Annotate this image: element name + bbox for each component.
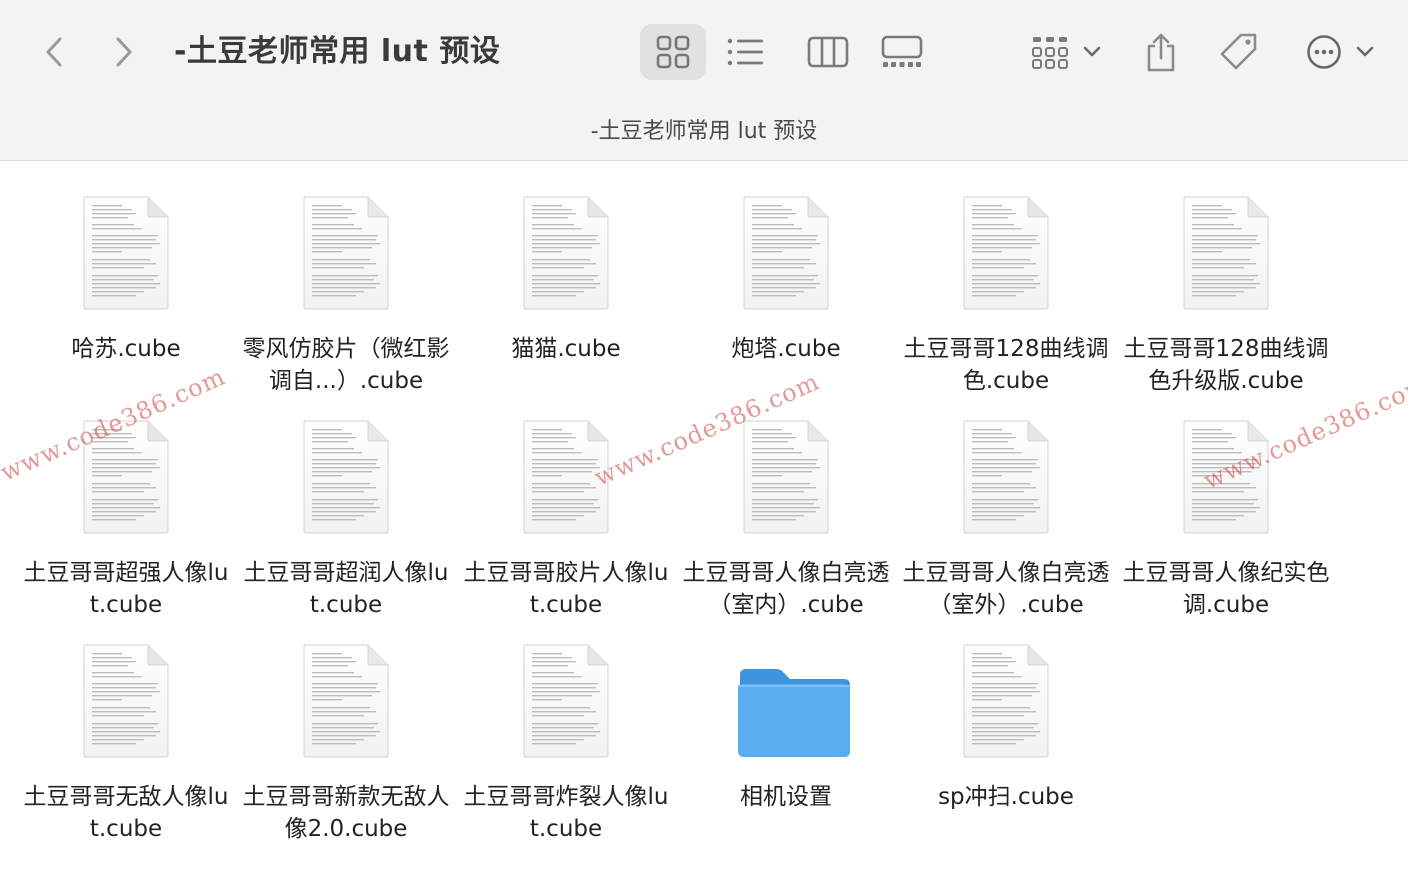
list-view-button[interactable] bbox=[718, 24, 774, 80]
file-name-label: 土豆哥哥128曲线调色.cube bbox=[903, 336, 1109, 394]
document-icon bbox=[303, 420, 389, 534]
share-icon bbox=[1147, 33, 1175, 72]
chevron-right-icon bbox=[116, 37, 132, 67]
chevron-down-icon bbox=[1083, 46, 1101, 57]
tag-icon bbox=[1220, 33, 1257, 70]
file-name-label: 土豆哥哥人像白亮透（室外）.cube bbox=[902, 560, 1110, 618]
back-button[interactable] bbox=[34, 30, 74, 74]
file-name-label: 土豆哥哥炸裂人像lut.cube bbox=[463, 784, 669, 842]
file-item[interactable]: 土豆哥哥无敌人像lut.cube bbox=[18, 643, 234, 853]
folder-item[interactable]: 相机设置 bbox=[678, 643, 894, 853]
document-icon bbox=[303, 644, 389, 758]
grid-view-icon bbox=[656, 35, 690, 69]
file-name-label: 土豆哥哥人像纪实色调.cube bbox=[1122, 560, 1330, 618]
file-name-label: 土豆哥哥新款无敌人像2.0.cube bbox=[242, 784, 450, 842]
file-item[interactable]: 土豆哥哥人像白亮透（室内）.cube bbox=[678, 419, 894, 629]
chevron-down-icon bbox=[1356, 46, 1374, 57]
document-icon bbox=[83, 644, 169, 758]
document-icon bbox=[523, 420, 609, 534]
file-name-label: 相机设置 bbox=[740, 784, 832, 810]
path-bar: -土豆老师常用 lut 预设 bbox=[590, 119, 818, 144]
document-icon bbox=[963, 644, 1049, 758]
file-name-label: 土豆哥哥无敌人像lut.cube bbox=[23, 784, 229, 842]
file-name-label: 土豆哥哥128曲线调色升级版.cube bbox=[1123, 336, 1329, 394]
file-item[interactable]: 土豆哥哥超强人像lut.cube bbox=[18, 419, 234, 629]
document-icon bbox=[523, 644, 609, 758]
finder-toolbar: -土豆老师常用 lut 预设 -土豆老师常用 lut 预设 bbox=[0, 0, 1408, 161]
document-icon bbox=[303, 196, 389, 310]
file-item[interactable]: 哈苏.cube bbox=[18, 195, 234, 405]
tag-button[interactable] bbox=[1212, 24, 1266, 80]
file-name-label: 土豆哥哥超润人像lut.cube bbox=[243, 560, 449, 618]
document-icon bbox=[1183, 420, 1269, 534]
file-item[interactable]: 土豆哥哥128曲线调色.cube bbox=[898, 195, 1114, 405]
document-icon bbox=[743, 196, 829, 310]
file-name-label: 土豆哥哥胶片人像lut.cube bbox=[463, 560, 669, 618]
more-icon bbox=[1307, 35, 1341, 69]
document-icon bbox=[743, 420, 829, 534]
document-icon bbox=[963, 420, 1049, 534]
file-item[interactable]: 零风仿胶片（微红影调自...）.cube bbox=[238, 195, 454, 405]
gallery-view-button[interactable] bbox=[872, 24, 932, 80]
chevron-left-icon bbox=[46, 37, 62, 67]
window-title: -土豆老师常用 lut 预设 bbox=[174, 34, 501, 69]
group-by-button[interactable] bbox=[1022, 24, 1110, 80]
folder-icon bbox=[738, 669, 850, 757]
list-view-icon bbox=[727, 38, 763, 66]
file-grid: 哈苏.cube 零风仿胶片（微红影调自...）.cube 猫猫.cube 炮塔.… bbox=[0, 161, 1408, 870]
group-icon bbox=[1032, 37, 1068, 69]
column-view-button[interactable] bbox=[798, 24, 858, 80]
file-item[interactable]: 猫猫.cube bbox=[458, 195, 674, 405]
document-icon bbox=[963, 196, 1049, 310]
file-item[interactable]: 炮塔.cube bbox=[678, 195, 894, 405]
forward-button[interactable] bbox=[104, 30, 144, 74]
file-item[interactable]: 土豆哥哥128曲线调色升级版.cube bbox=[1118, 195, 1334, 405]
file-item[interactable]: 土豆哥哥人像白亮透（室外）.cube bbox=[898, 419, 1114, 629]
file-name-label: 土豆哥哥超强人像lut.cube bbox=[23, 560, 229, 618]
file-item[interactable]: 土豆哥哥超润人像lut.cube bbox=[238, 419, 454, 629]
file-name-label: 炮塔.cube bbox=[731, 336, 841, 362]
document-icon bbox=[1183, 196, 1269, 310]
file-name-label: 零风仿胶片（微红影调自...）.cube bbox=[242, 336, 450, 394]
icon-view-button[interactable] bbox=[640, 24, 706, 80]
column-view-icon bbox=[807, 36, 849, 68]
share-button[interactable] bbox=[1136, 24, 1186, 80]
file-name-label: 猫猫.cube bbox=[511, 336, 621, 362]
file-name-label: 土豆哥哥人像白亮透（室内）.cube bbox=[682, 560, 890, 618]
file-name-label: 哈苏.cube bbox=[71, 336, 181, 362]
document-icon bbox=[523, 196, 609, 310]
file-name-label: sp冲扫.cube bbox=[938, 784, 1074, 810]
document-icon bbox=[83, 196, 169, 310]
gallery-view-icon bbox=[881, 35, 923, 67]
file-item[interactable]: 土豆哥哥炸裂人像lut.cube bbox=[458, 643, 674, 853]
file-item[interactable]: 土豆哥哥新款无敌人像2.0.cube bbox=[238, 643, 454, 853]
file-item[interactable]: 土豆哥哥人像纪实色调.cube bbox=[1118, 419, 1334, 629]
file-item[interactable]: 土豆哥哥胶片人像lut.cube bbox=[458, 419, 674, 629]
document-icon bbox=[83, 420, 169, 534]
more-actions-button[interactable] bbox=[1298, 24, 1382, 80]
file-item[interactable]: sp冲扫.cube bbox=[898, 643, 1114, 853]
